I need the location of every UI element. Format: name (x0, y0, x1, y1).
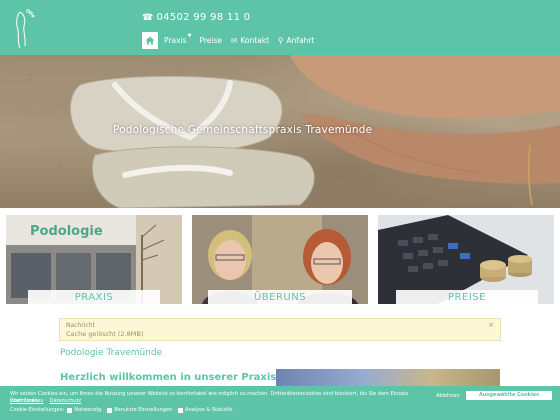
decline-button[interactable]: Ablehnen (436, 393, 460, 399)
close-icon[interactable]: × (488, 321, 494, 329)
accept-cookies-button[interactable]: Ausgewählte Cookies zulassen (466, 391, 552, 407)
site-header: ☎ 04502 99 98 11 0 Praxis ▼ Preise ✉ Kont… (0, 0, 560, 55)
privacy-link[interactable]: Datenschutz (50, 398, 81, 404)
hero-banner: Podologische Gemeinschaftspraxis Travemü… (0, 55, 560, 208)
nav-home-button[interactable] (142, 32, 158, 49)
nav-anfahrt-label: Anfahrt (286, 36, 315, 45)
nav-item-anfahrt[interactable]: ⚲ Anfahrt (278, 36, 314, 45)
card-ueberuns[interactable]: ÜBERUNS (192, 215, 368, 304)
nav-praxis-label: Praxis (164, 36, 187, 45)
cookie-option-preferences[interactable]: Benutzte Einstellungen (107, 407, 172, 413)
card-preise[interactable]: PREISE (378, 215, 554, 304)
section-title: Podologie Travemünde (60, 348, 163, 358)
cookie-banner: Wir setzen Cookies ein, um Ihnen die Nut… (0, 386, 560, 420)
card-preise-label: PREISE (396, 290, 538, 304)
phone-text: 04502 99 98 11 0 (156, 12, 251, 23)
nav-item-kontakt[interactable]: ✉ Kontakt (231, 36, 269, 45)
card-praxis-label: PRAXIS (28, 290, 160, 304)
caret-down-icon: ▼ (187, 33, 192, 39)
checkbox[interactable] (107, 407, 113, 413)
about-cookies-link[interactable]: Über Cookies (10, 398, 43, 404)
option-label: Notwendig (74, 407, 102, 413)
card-praxis[interactable]: Podologie PRAXIS (6, 215, 182, 304)
phone-icon: ☎ (142, 13, 154, 23)
notice-text: Cache gelöscht (2.8MB) (66, 330, 144, 338)
welcome-heading: Herzlich willkommen in unserer Praxis (60, 372, 277, 383)
nav-item-preise[interactable]: Preise (200, 36, 223, 45)
option-label: Analyse & Statistik (185, 407, 233, 413)
nav-preise-label: Preise (199, 36, 223, 45)
cookie-option-analytics[interactable]: Analyse & Statistik (178, 407, 232, 413)
nav-item-praxis[interactable]: Praxis ▼ (164, 33, 192, 45)
notice-title: Nachricht (66, 322, 95, 329)
checkbox[interactable] (67, 407, 73, 413)
card-ueberuns-label: ÜBERUNS (208, 290, 352, 304)
foot-logo-icon[interactable] (6, 6, 38, 50)
option-label: Benutzte Einstellungen (114, 407, 173, 413)
cache-notice: Nachricht Cache gelöscht (2.8MB) × (59, 318, 501, 341)
checkbox[interactable] (178, 407, 184, 413)
cookie-links: Über Cookies Datenschutz (10, 398, 86, 404)
cookie-settings: Cookie-Einstellungen: Notwendig Benutzte… (10, 407, 238, 413)
home-icon (145, 36, 155, 45)
map-marker-icon: ⚲ (278, 36, 284, 45)
hero-title: Podologische Gemeinschaftspraxis Travemü… (113, 124, 373, 136)
nav-kontakt-label: Kontakt (240, 36, 270, 45)
envelope-icon: ✉ (231, 36, 238, 45)
cookie-option-necessary[interactable]: Notwendig (67, 407, 101, 413)
phone-number[interactable]: ☎ 04502 99 98 11 0 (142, 12, 250, 23)
cookie-settings-label: Cookie-Einstellungen: (10, 407, 65, 413)
main-nav: Praxis ▼ Preise ✉ Kontakt ⚲ Anfahrt (142, 32, 323, 49)
podologie-sign-text: Podologie (30, 224, 103, 239)
